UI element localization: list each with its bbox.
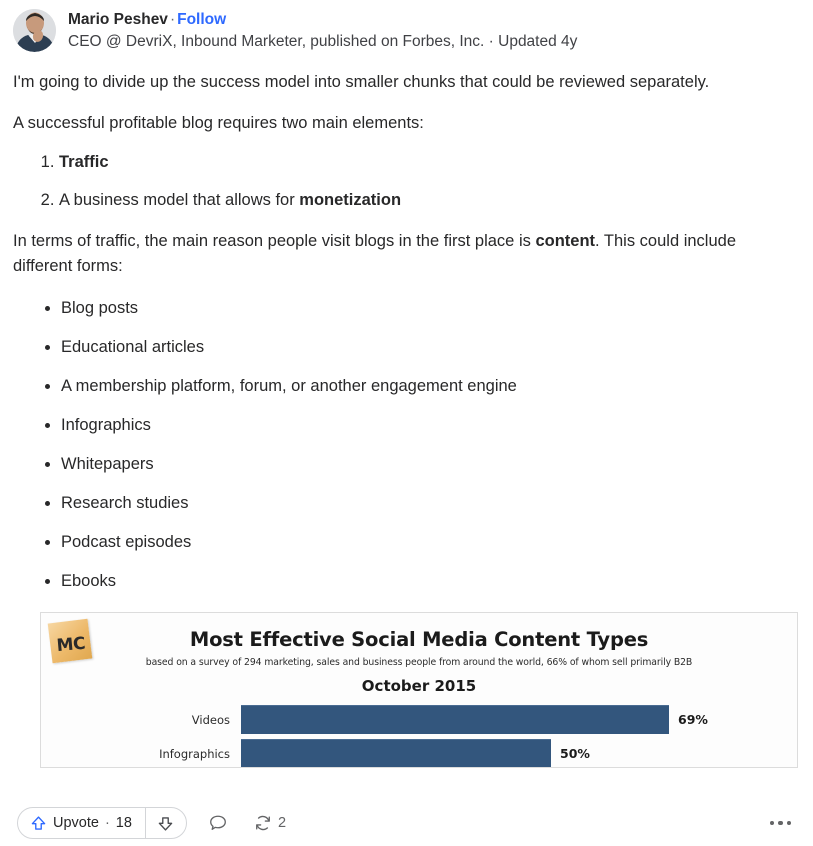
list-item: Research studies bbox=[61, 491, 799, 516]
chart-plot-area: Videos 69% Infographics 50% bbox=[41, 705, 797, 767]
chart-subtitle: based on a survey of 294 marketing, sale… bbox=[145, 657, 693, 668]
author-separator: · bbox=[169, 11, 176, 28]
chart-period: October 2015 bbox=[361, 677, 477, 695]
chart-bar-track: 50% bbox=[241, 739, 797, 767]
share-count: 2 bbox=[277, 815, 287, 831]
author-text-block: Mario Peshev · Follow CEO @ DevriX, Inboun… bbox=[68, 9, 577, 52]
paragraph-3-bold: content bbox=[535, 232, 596, 250]
paragraph-2: A successful profitable blog requires tw… bbox=[13, 114, 424, 132]
chart-bar bbox=[241, 705, 669, 734]
more-options-icon bbox=[769, 820, 774, 826]
numbered-list: Traffic A business model that allows for… bbox=[13, 150, 799, 213]
bulleted-list: Blog posts Educational articles A member… bbox=[13, 296, 799, 594]
comment-bubble-icon bbox=[210, 815, 226, 830]
answer-content: I'm going to divide up the success model… bbox=[0, 70, 813, 768]
user-avatar-photo-icon bbox=[13, 9, 56, 52]
upvote-count: 18 bbox=[115, 815, 132, 831]
upvote-separator: · bbox=[104, 815, 110, 831]
upvote-label: Upvote bbox=[53, 815, 99, 831]
chart-value-label: 50% bbox=[560, 746, 590, 761]
list-item-bold: monetization bbox=[299, 191, 402, 209]
chart-bar-row: Infographics 50% bbox=[41, 739, 797, 767]
author-name-row: Mario Peshev · Follow bbox=[68, 10, 577, 30]
list-item: Infographics bbox=[61, 413, 799, 438]
chart-bar-track: 69% bbox=[241, 705, 797, 734]
mc-logo-text: MC bbox=[55, 633, 86, 657]
chart-category-label: Infographics bbox=[159, 746, 230, 761]
follow-link[interactable]: Follow bbox=[177, 11, 226, 28]
chart-value-label: 69% bbox=[678, 712, 708, 727]
upvote-button[interactable]: Upvote · 18 bbox=[18, 808, 146, 838]
author-name[interactable]: Mario Peshev bbox=[68, 11, 168, 28]
paragraph-3: In terms of traffic, the main reason peo… bbox=[13, 229, 799, 279]
vote-pill: Upvote · 18 bbox=[17, 807, 187, 839]
more-options-button[interactable] bbox=[766, 815, 796, 832]
author-header: Mario Peshev · Follow CEO @ DevriX, Inboun… bbox=[0, 0, 813, 52]
list-item: Blog posts bbox=[61, 296, 799, 321]
list-item-text: A business model that allows for bbox=[59, 191, 300, 209]
list-item-bold: Traffic bbox=[59, 153, 109, 171]
chart-category-label: Videos bbox=[191, 712, 230, 727]
answer-action-bar: Upvote · 18 2 bbox=[0, 800, 813, 846]
downvote-arrow-icon bbox=[159, 816, 173, 831]
paragraph-3-before: In terms of traffic, the main reason peo… bbox=[13, 232, 536, 250]
avatar[interactable] bbox=[13, 9, 56, 52]
chart-bar-row: Videos 69% bbox=[41, 705, 797, 734]
list-item: Traffic bbox=[59, 150, 799, 175]
list-item: A membership platform, forum, or another… bbox=[61, 374, 799, 399]
more-options-icon bbox=[786, 820, 791, 826]
answer-body: Mario Peshev · Follow CEO @ DevriX, Inboun… bbox=[0, 0, 813, 800]
list-item: Educational articles bbox=[61, 335, 799, 360]
paragraph-1: I'm going to divide up the success model… bbox=[13, 73, 710, 91]
share-repost-button[interactable]: 2 bbox=[249, 807, 290, 839]
list-item: Ebooks bbox=[61, 569, 799, 594]
list-item: A business model that allows for monetiz… bbox=[59, 188, 799, 213]
list-item: Whitepapers bbox=[61, 452, 799, 477]
comment-button[interactable] bbox=[204, 807, 232, 839]
embedded-infographic-image[interactable]: MC Most Effective Social Media Content T… bbox=[40, 612, 798, 768]
chart-bar bbox=[241, 739, 551, 767]
chart-title: Most Effective Social Media Content Type… bbox=[189, 628, 649, 651]
list-item: Podcast episodes bbox=[61, 530, 799, 555]
downvote-button[interactable] bbox=[146, 808, 186, 838]
repost-share-icon bbox=[256, 815, 270, 831]
more-options-icon bbox=[778, 820, 783, 826]
upvote-arrow-icon bbox=[31, 815, 46, 830]
author-credential: CEO @ DevriX, Inbound Marketer, publishe… bbox=[68, 33, 578, 50]
sticky-note-mc-logo-icon: MC bbox=[47, 618, 97, 665]
